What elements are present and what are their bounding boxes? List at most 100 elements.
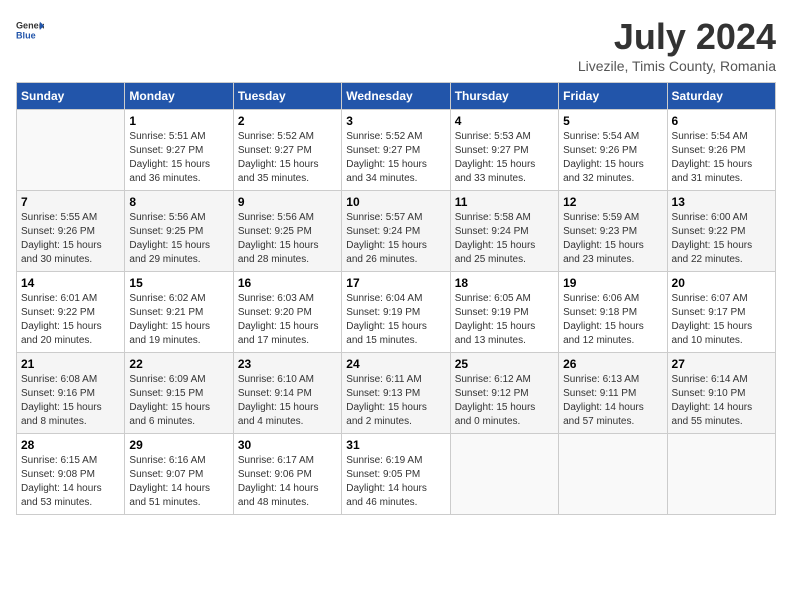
day-cell-15: 15Sunrise: 6:02 AMSunset: 9:21 PMDayligh… <box>125 272 233 353</box>
day-cell-26: 26 Sunrise: 6:13 AMSunset: 9:11 PMDayligh… <box>559 353 667 434</box>
day-number: 8 <box>129 195 228 209</box>
day-number: 6 <box>672 114 771 128</box>
day-cell-11: 11 Sunrise: 5:58 AMSunset: 9:24 PMDayligh… <box>450 191 558 272</box>
day-cell-20: 20Sunrise: 6:07 AMSunset: 9:17 PMDayligh… <box>667 272 775 353</box>
week-row-4: 28Sunrise: 6:15 AMSunset: 9:08 PMDayligh… <box>17 434 776 515</box>
header: General Blue July 2024 Livezile, Timis C… <box>16 16 776 74</box>
day-info: Sunrise: 5:52 AMSunset: 9:27 PMDaylight:… <box>238 130 337 186</box>
day-info: Sunrise: 5:52 AMSunset: 9:27 PMDaylight:… <box>346 130 445 186</box>
day-cell-7: 7Sunrise: 5:55 AMSunset: 9:26 PMDaylight… <box>17 191 125 272</box>
empty-cell <box>667 434 775 515</box>
day-info: Sunrise: 6:00 AMSunset: 9:22 PMDaylight:… <box>672 211 771 267</box>
day-cell-8: 8 Sunrise: 5:56 AMSunset: 9:25 PMDaylight… <box>125 191 233 272</box>
day-info: Sunrise: 6:16 AMSunset: 9:07 PMDaylight:… <box>129 454 228 510</box>
day-cell-29: 29 Sunrise: 6:16 AMSunset: 9:07 PMDayligh… <box>125 434 233 515</box>
day-number: 19 <box>563 276 662 290</box>
day-cell-3: 3 Sunrise: 5:52 AMSunset: 9:27 PMDaylight… <box>342 110 450 191</box>
day-cell-16: 16 Sunrise: 6:03 AMSunset: 9:20 PMDayligh… <box>233 272 341 353</box>
day-number: 18 <box>455 276 554 290</box>
empty-cell <box>450 434 558 515</box>
day-info: Sunrise: 6:03 AMSunset: 9:20 PMDaylight:… <box>238 292 337 348</box>
day-number: 29 <box>129 438 228 452</box>
day-info: Sunrise: 6:08 AMSunset: 9:16 PMDaylight:… <box>21 373 120 429</box>
day-cell-25: 25Sunrise: 6:12 AMSunset: 9:12 PMDayligh… <box>450 353 558 434</box>
header-day-thursday: Thursday <box>450 83 558 110</box>
day-info: Sunrise: 6:04 AMSunset: 9:19 PMDaylight:… <box>346 292 445 348</box>
day-number: 10 <box>346 195 445 209</box>
day-number: 20 <box>672 276 771 290</box>
title-area: July 2024 Livezile, Timis County, Romani… <box>578 16 776 74</box>
month-title: July 2024 <box>578 16 776 58</box>
day-cell-18: 18 Sunrise: 6:05 AMSunset: 9:19 PMDayligh… <box>450 272 558 353</box>
day-info: Sunrise: 5:53 AMSunset: 9:27 PMDaylight:… <box>455 130 554 186</box>
week-row-2: 14 Sunrise: 6:01 AMSunset: 9:22 PMDayligh… <box>17 272 776 353</box>
day-number: 16 <box>238 276 337 290</box>
day-number: 22 <box>129 357 228 371</box>
day-number: 7 <box>21 195 120 209</box>
day-cell-1: 1 Sunrise: 5:51 AMSunset: 9:27 PMDaylight… <box>125 110 233 191</box>
day-number: 21 <box>21 357 120 371</box>
empty-cell <box>559 434 667 515</box>
day-cell-22: 22 Sunrise: 6:09 AMSunset: 9:15 PMDayligh… <box>125 353 233 434</box>
day-info: Sunrise: 5:54 AMSunset: 9:26 PMDaylight:… <box>672 130 771 186</box>
day-cell-9: 9Sunrise: 5:56 AMSunset: 9:25 PMDaylight… <box>233 191 341 272</box>
header-day-saturday: Saturday <box>667 83 775 110</box>
day-cell-4: 4 Sunrise: 5:53 AMSunset: 9:27 PMDaylight… <box>450 110 558 191</box>
day-info: Sunrise: 6:19 AMSunset: 9:05 PMDaylight:… <box>346 454 445 510</box>
day-cell-30: 30Sunrise: 6:17 AMSunset: 9:06 PMDayligh… <box>233 434 341 515</box>
week-row-0: 1 Sunrise: 5:51 AMSunset: 9:27 PMDaylight… <box>17 110 776 191</box>
day-number: 27 <box>672 357 771 371</box>
day-info: Sunrise: 6:10 AMSunset: 9:14 PMDaylight:… <box>238 373 337 429</box>
week-row-3: 21 Sunrise: 6:08 AMSunset: 9:16 PMDayligh… <box>17 353 776 434</box>
day-cell-19: 19 Sunrise: 6:06 AMSunset: 9:18 PMDayligh… <box>559 272 667 353</box>
location-title: Livezile, Timis County, Romania <box>578 58 776 74</box>
day-info: Sunrise: 6:14 AMSunset: 9:10 PMDaylight:… <box>672 373 771 429</box>
day-info: Sunrise: 6:06 AMSunset: 9:18 PMDaylight:… <box>563 292 662 348</box>
day-cell-31: 31 Sunrise: 6:19 AMSunset: 9:05 PMDayligh… <box>342 434 450 515</box>
day-number: 24 <box>346 357 445 371</box>
header-row: SundayMondayTuesdayWednesdayThursdayFrid… <box>17 83 776 110</box>
day-cell-6: 6 Sunrise: 5:54 AMSunset: 9:26 PMDaylight… <box>667 110 775 191</box>
day-info: Sunrise: 5:56 AMSunset: 9:25 PMDaylight:… <box>129 211 228 267</box>
day-info: Sunrise: 6:09 AMSunset: 9:15 PMDaylight:… <box>129 373 228 429</box>
day-number: 23 <box>238 357 337 371</box>
day-number: 12 <box>563 195 662 209</box>
day-number: 1 <box>129 114 228 128</box>
logo-icon: General Blue <box>16 16 44 44</box>
day-number: 4 <box>455 114 554 128</box>
calendar-table: SundayMondayTuesdayWednesdayThursdayFrid… <box>16 82 776 515</box>
day-number: 30 <box>238 438 337 452</box>
day-number: 14 <box>21 276 120 290</box>
day-cell-27: 27 Sunrise: 6:14 AMSunset: 9:10 PMDayligh… <box>667 353 775 434</box>
week-row-1: 7Sunrise: 5:55 AMSunset: 9:26 PMDaylight… <box>17 191 776 272</box>
day-cell-24: 24Sunrise: 6:11 AMSunset: 9:13 PMDayligh… <box>342 353 450 434</box>
day-info: Sunrise: 5:51 AMSunset: 9:27 PMDaylight:… <box>129 130 228 186</box>
day-number: 15 <box>129 276 228 290</box>
day-info: Sunrise: 5:57 AMSunset: 9:24 PMDaylight:… <box>346 211 445 267</box>
header-day-wednesday: Wednesday <box>342 83 450 110</box>
header-day-monday: Monday <box>125 83 233 110</box>
day-info: Sunrise: 5:58 AMSunset: 9:24 PMDaylight:… <box>455 211 554 267</box>
day-cell-5: 5Sunrise: 5:54 AMSunset: 9:26 PMDaylight… <box>559 110 667 191</box>
day-cell-2: 2 Sunrise: 5:52 AMSunset: 9:27 PMDaylight… <box>233 110 341 191</box>
day-number: 5 <box>563 114 662 128</box>
day-cell-23: 23 Sunrise: 6:10 AMSunset: 9:14 PMDayligh… <box>233 353 341 434</box>
svg-text:Blue: Blue <box>16 30 36 40</box>
day-info: Sunrise: 6:05 AMSunset: 9:19 PMDaylight:… <box>455 292 554 348</box>
day-info: Sunrise: 6:13 AMSunset: 9:11 PMDaylight:… <box>563 373 662 429</box>
day-info: Sunrise: 6:01 AMSunset: 9:22 PMDaylight:… <box>21 292 120 348</box>
header-day-friday: Friday <box>559 83 667 110</box>
day-number: 28 <box>21 438 120 452</box>
header-day-sunday: Sunday <box>17 83 125 110</box>
day-number: 3 <box>346 114 445 128</box>
day-cell-12: 12Sunrise: 5:59 AMSunset: 9:23 PMDayligh… <box>559 191 667 272</box>
day-number: 26 <box>563 357 662 371</box>
day-number: 25 <box>455 357 554 371</box>
day-cell-13: 13Sunrise: 6:00 AMSunset: 9:22 PMDayligh… <box>667 191 775 272</box>
day-number: 11 <box>455 195 554 209</box>
header-day-tuesday: Tuesday <box>233 83 341 110</box>
day-cell-28: 28Sunrise: 6:15 AMSunset: 9:08 PMDayligh… <box>17 434 125 515</box>
day-number: 31 <box>346 438 445 452</box>
day-number: 2 <box>238 114 337 128</box>
day-cell-10: 10 Sunrise: 5:57 AMSunset: 9:24 PMDayligh… <box>342 191 450 272</box>
